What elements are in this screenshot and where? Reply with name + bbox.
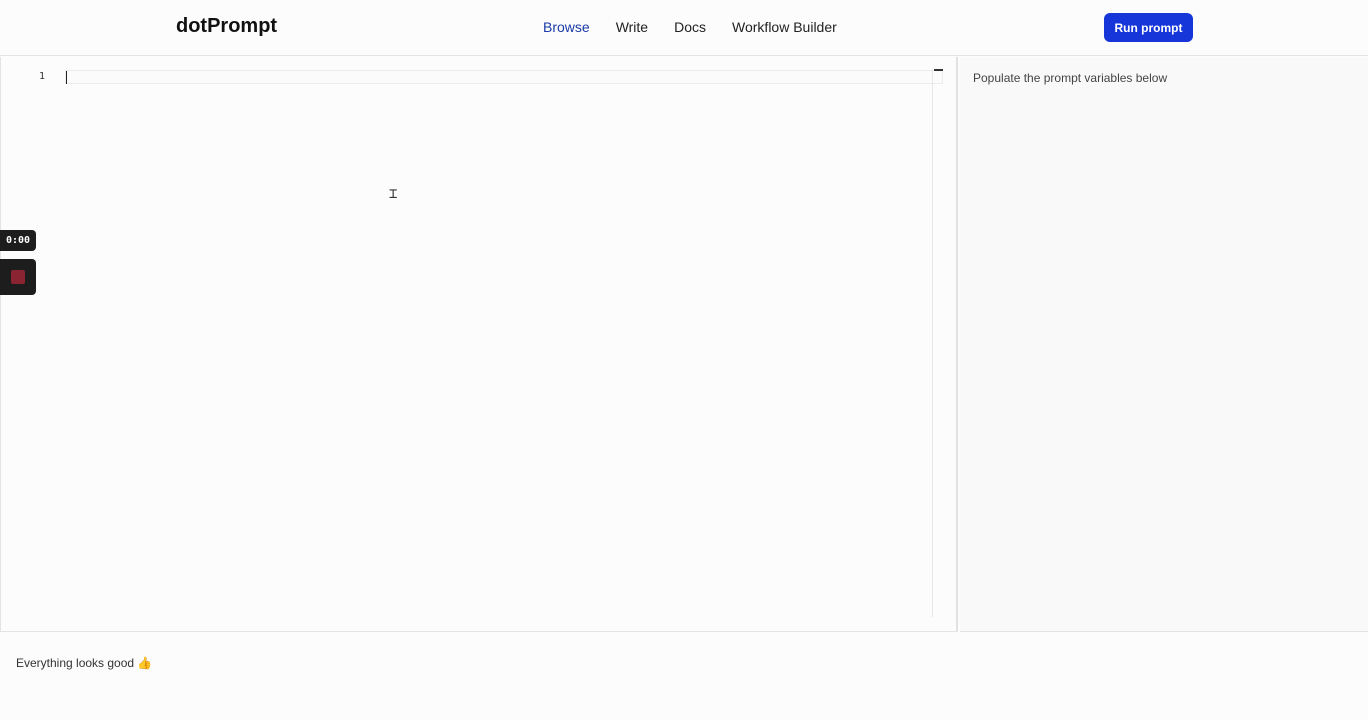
stop-icon (11, 270, 25, 284)
recording-timer: 0:00 (0, 230, 36, 251)
brand-logo-text[interactable]: dotPrompt (176, 15, 277, 38)
current-line-highlight[interactable] (65, 70, 943, 84)
nav-link-docs[interactable]: Docs (674, 19, 706, 35)
nav-link-write[interactable]: Write (616, 19, 648, 35)
nav-link-browse[interactable]: Browse (543, 19, 590, 35)
ibeam-cursor-icon: ⌶ (389, 186, 398, 202)
main-nav: Browse Write Docs Workflow Builder (543, 19, 863, 35)
run-prompt-button[interactable]: Run prompt (1104, 13, 1193, 42)
line-number: 1 (39, 71, 46, 82)
text-caret (66, 71, 67, 84)
top-navigation-bar: dotPrompt Browse Write Docs Workflow Bui… (0, 0, 1368, 56)
variables-hint-text: Populate the prompt variables below (973, 71, 1168, 85)
prompt-variables-panel: Populate the prompt variables below (960, 57, 1368, 632)
nav-link-workflow-builder[interactable]: Workflow Builder (732, 19, 837, 35)
overview-ruler-marker (934, 69, 943, 71)
editor-scrollbar[interactable] (932, 69, 933, 617)
status-message: Everything looks good 👍 (16, 656, 153, 670)
stop-recording-button[interactable] (0, 259, 36, 295)
prompt-code-editor[interactable]: 1 ⌶ (0, 57, 958, 632)
